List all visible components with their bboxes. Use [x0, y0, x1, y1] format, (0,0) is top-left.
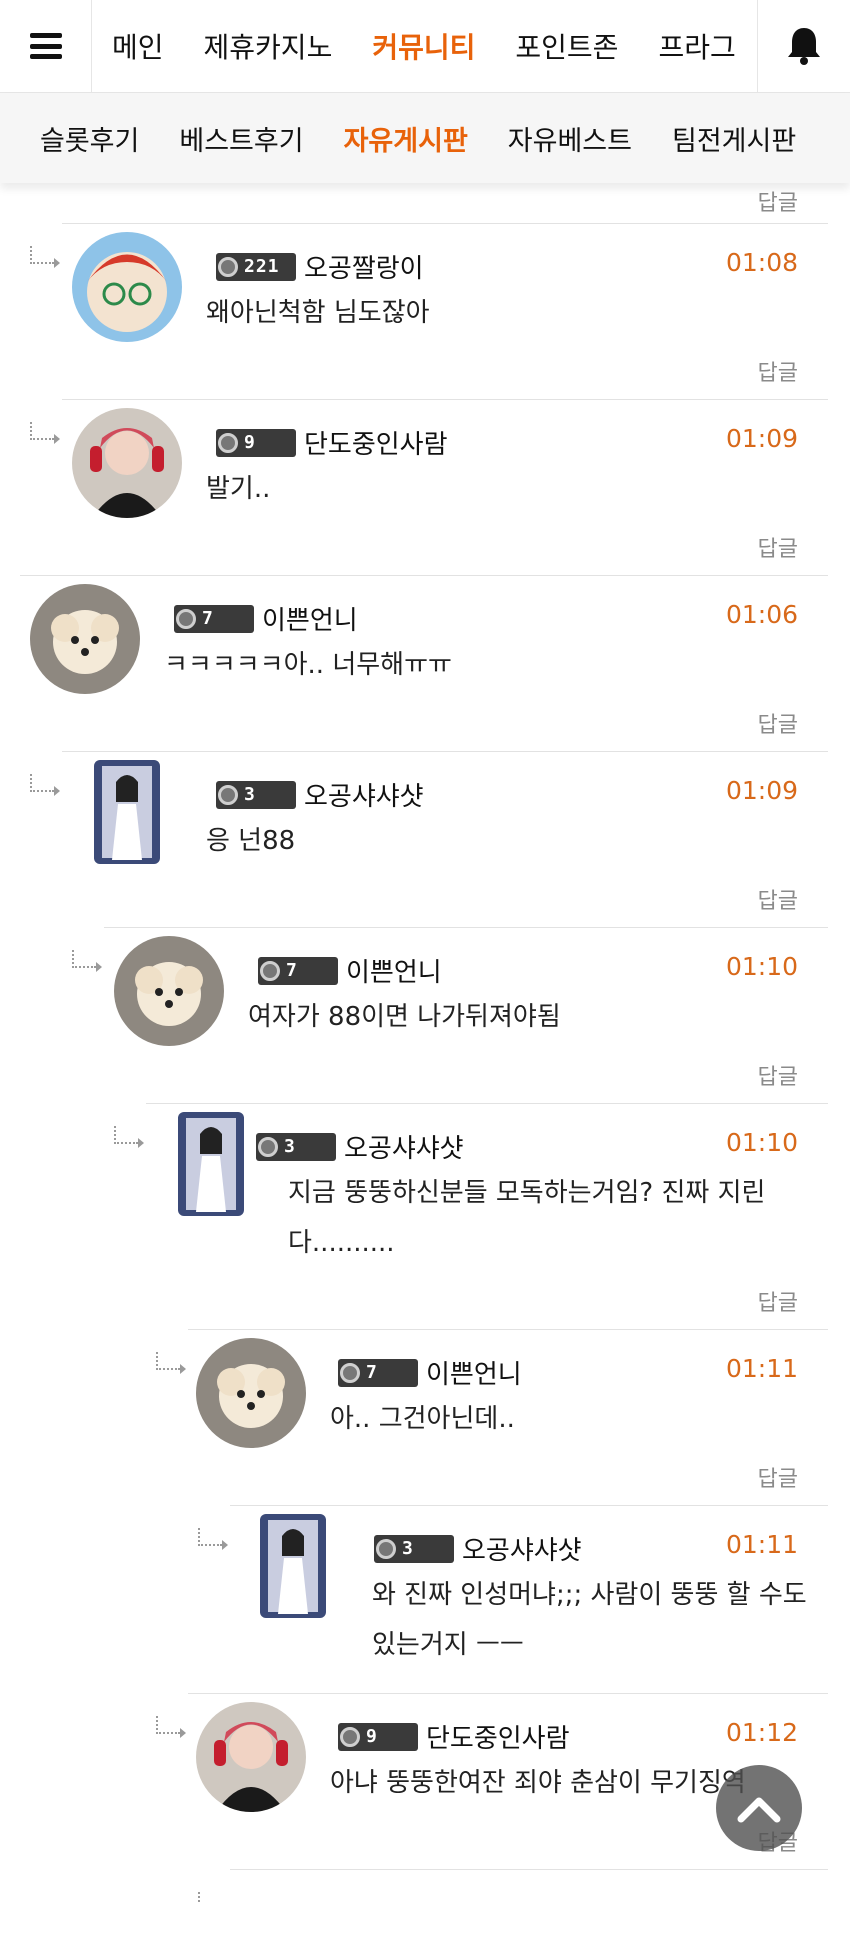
- comment-time: 01:06: [725, 600, 798, 629]
- nickname[interactable]: 단도중인사람: [304, 424, 448, 461]
- nav-main[interactable]: 메인: [112, 26, 164, 66]
- avatar: [196, 1702, 306, 1812]
- reply-button[interactable]: 답글: [758, 1285, 798, 1317]
- comment-item: 3 오공샤샤샷 01:10 지금 뚱뚱하신분들 모독하는거임? 진짜 지린다..…: [114, 1103, 828, 1329]
- level-badge: 3: [216, 780, 296, 809]
- comment-item: 221 오공짤랑이 01:08 왜아닌척함 님도잖아 답글: [30, 223, 828, 399]
- comment-text: ㅋㅋㅋㅋㅋ아.. 너무해ㅠㅠ: [164, 650, 452, 680]
- comment-text: 응 넌88: [206, 826, 296, 856]
- nickname[interactable]: 오공샤샤샷: [344, 1128, 464, 1165]
- reply-button[interactable]: 답글: [758, 707, 798, 739]
- reply-arrow-icon: [156, 1716, 186, 1738]
- avatar: [178, 1112, 244, 1216]
- comment-time: 01:09: [725, 424, 798, 453]
- reply-arrow-icon: [114, 1126, 144, 1148]
- scroll-to-top-button[interactable]: [716, 1765, 802, 1851]
- avatar: [72, 232, 182, 342]
- comment-list: 답글 221 오공짤랑이 01:08 왜아닌척함 님도잖아 답글 9 단도중인사…: [0, 183, 850, 1903]
- nav-pragmatic[interactable]: 프라그: [658, 26, 735, 66]
- reply-arrow-icon: [72, 950, 102, 972]
- reply-button[interactable]: 답글: [758, 883, 798, 915]
- comment-time: 01:09: [725, 776, 798, 805]
- level-badge: 3: [374, 1534, 454, 1563]
- bell-icon: [788, 28, 820, 65]
- comment-text: 아.. 그건아닌데..: [330, 1404, 515, 1434]
- avatar: [114, 936, 224, 1046]
- comment-item: [198, 1869, 828, 1903]
- nickname[interactable]: 이쁜언니: [426, 1354, 522, 1391]
- tab-free-board[interactable]: 자유게시판: [344, 119, 468, 158]
- comment-item: 3 오공샤샤샷 01:11 와 진짜 인성머냐;;; 사람이 뚱뚱 할 수도 있…: [198, 1505, 828, 1693]
- nickname[interactable]: 단도중인사람: [426, 1718, 570, 1755]
- comment-time: 01:08: [725, 248, 798, 277]
- comment-time: 01:10: [725, 1128, 798, 1157]
- comment-text: 지금 뚱뚱하신분들 모독하는거임? 진짜 지린다..........: [288, 1178, 766, 1258]
- sub-navigation: 슬롯후기 베스트후기 자유게시판 자유베스트 팀전게시판: [0, 93, 850, 183]
- top-navigation: 메인 제휴카지노 커뮤니티 포인트존 프라그: [0, 0, 850, 93]
- reply-button[interactable]: 답글: [758, 355, 798, 387]
- nav-partner-casino[interactable]: 제휴카지노: [204, 26, 333, 66]
- tab-team-board[interactable]: 팀전게시판: [672, 119, 796, 158]
- nav-point-zone[interactable]: 포인트존: [515, 26, 618, 66]
- comment-time: 01:10: [725, 952, 798, 981]
- comment-text: 왜아닌척함 님도잖아: [206, 298, 430, 328]
- comment-text: 발기..: [206, 474, 271, 504]
- comment-item: 7 이쁜언니 01:06 ㅋㅋㅋㅋㅋ아.. 너무해ㅠㅠ 답글: [20, 575, 828, 751]
- hamburger-icon: [29, 33, 62, 59]
- comment-time: 01:12: [725, 1718, 798, 1747]
- chevron-up-icon: [737, 1797, 781, 1823]
- tab-slot-reviews[interactable]: 슬롯후기: [40, 119, 139, 158]
- comment-item: 7 이쁜언니 01:10 여자가 88이면 나가뒤져야됨 답글: [72, 927, 828, 1103]
- comment-time: 01:11: [725, 1530, 798, 1559]
- nickname[interactable]: 오공샤샤샷: [462, 1530, 582, 1567]
- reply-arrow-icon: [156, 1352, 186, 1374]
- tab-best-reviews[interactable]: 베스트후기: [179, 119, 303, 158]
- nickname[interactable]: 오공샤샤샷: [304, 776, 424, 813]
- nickname[interactable]: 이쁜언니: [262, 600, 358, 637]
- comment-item: 9 단도중인사람 01:09 발기.. 답글: [30, 399, 828, 575]
- reply-button[interactable]: 답글: [758, 531, 798, 563]
- reply-arrow-icon: [30, 774, 60, 796]
- comment-item: 3 오공샤샤샷 01:09 응 넌88 답글: [30, 751, 828, 927]
- nav-community[interactable]: 커뮤니티: [372, 26, 475, 66]
- avatar: [94, 760, 160, 864]
- reply-arrow-icon: [198, 1892, 222, 1903]
- nickname[interactable]: 오공짤랑이: [304, 248, 424, 285]
- level-badge: 7: [258, 956, 338, 985]
- reply-arrow-icon: [30, 246, 60, 268]
- reply-arrow-icon: [198, 1528, 228, 1550]
- bottom-system-bar: [0, 1903, 850, 1947]
- level-badge: 3: [256, 1132, 336, 1161]
- nickname[interactable]: 이쁜언니: [346, 952, 442, 989]
- comment-text: 여자가 88이면 나가뒤져야됨: [248, 1002, 561, 1032]
- avatar: [196, 1338, 306, 1448]
- level-badge: 7: [338, 1358, 418, 1387]
- comment-text: 와 진짜 인성머냐;;; 사람이 뚱뚱 할 수도 있는거지 ㅡㅡ: [372, 1580, 807, 1660]
- level-badge: 9: [216, 428, 296, 457]
- reply-button[interactable]: 답글: [758, 1461, 798, 1493]
- level-badge: 7: [174, 604, 254, 633]
- comment-time: 01:11: [725, 1354, 798, 1383]
- reply-arrow-icon: [30, 422, 60, 444]
- avatar: [72, 408, 182, 518]
- level-badge: 221: [216, 252, 296, 281]
- reply-button[interactable]: 답글: [758, 185, 798, 217]
- comment-item: 7 이쁜언니 01:11 아.. 그건아닌데.. 답글: [156, 1329, 828, 1505]
- notification-button[interactable]: [757, 0, 850, 92]
- avatar: [260, 1514, 326, 1618]
- menu-button[interactable]: [0, 0, 92, 92]
- avatar: [30, 584, 140, 694]
- level-badge: 9: [338, 1722, 418, 1751]
- reply-button[interactable]: 답글: [758, 1059, 798, 1091]
- tab-free-best[interactable]: 자유베스트: [508, 119, 632, 158]
